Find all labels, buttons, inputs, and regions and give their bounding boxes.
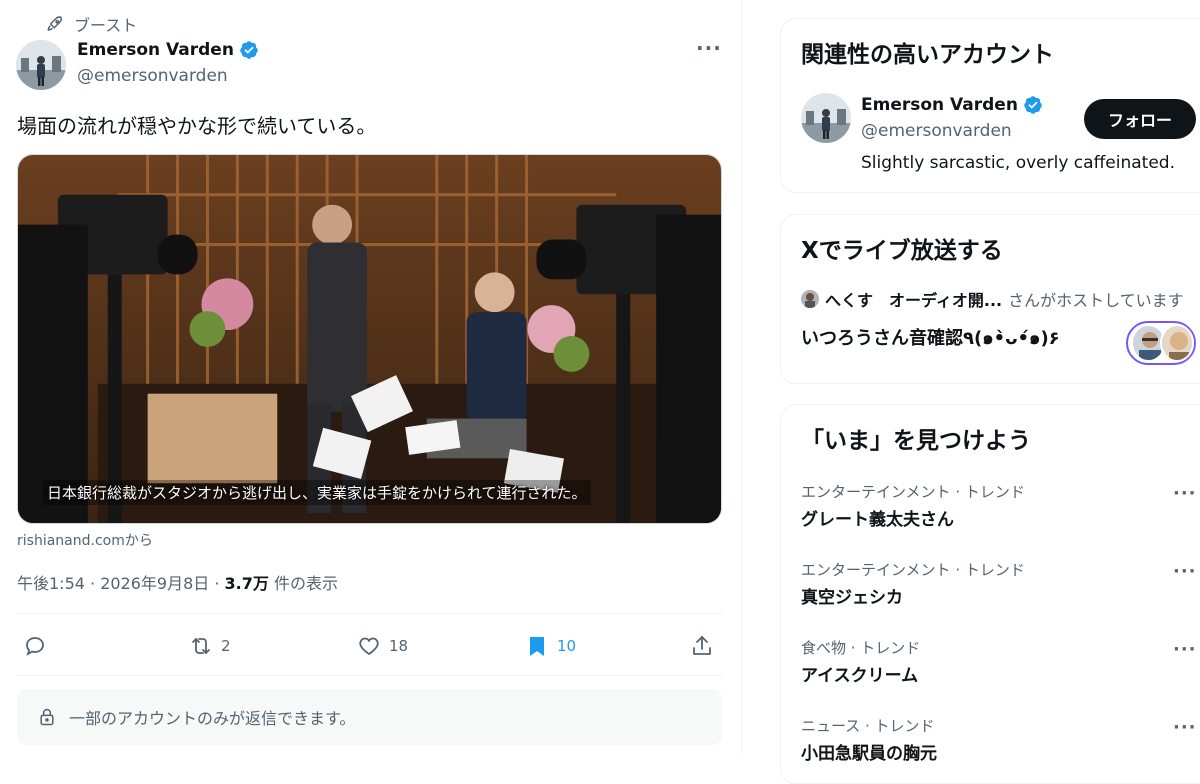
- action-bar: 2 18 10: [17, 628, 722, 664]
- live-participants[interactable]: [1126, 321, 1196, 365]
- bookmark-icon: [530, 637, 544, 656]
- tweet-text: 場面の流れが穏やかな形で続いている。: [17, 114, 377, 138]
- trend-more-button[interactable]: ···: [1173, 717, 1197, 738]
- live-title: Xでライブ放送する: [801, 238, 1003, 264]
- avatar-image: [801, 93, 851, 143]
- related-bio: Slightly sarcastic, overly caffeinated.: [861, 153, 1175, 173]
- more-icon: ···: [696, 36, 722, 60]
- tweet-column: ブースト Emerson Varden @emersonvarden ··· 場…: [0, 0, 742, 754]
- related-accounts-card: 関連性の高いアカウント Emerson Varden @emersonvarde…: [780, 18, 1200, 193]
- related-handle[interactable]: @emersonvarden: [861, 121, 1012, 141]
- verified-badge-icon: [240, 41, 258, 59]
- author-name: Emerson Varden: [77, 40, 234, 60]
- divider: [17, 675, 722, 676]
- repost-count: 2: [221, 637, 231, 655]
- trend-item[interactable]: エンターテインメント · トレンド 真空ジェシカ: [801, 559, 1025, 608]
- boost-indicator[interactable]: ブースト: [46, 12, 137, 36]
- more-options-button[interactable]: ···: [696, 36, 722, 60]
- tweet-timestamp[interactable]: 午後1:54 · 2026年9月8日 ·: [17, 574, 225, 593]
- bookmark-button[interactable]: 10: [525, 628, 576, 664]
- author-handle[interactable]: @emersonvarden: [77, 66, 228, 86]
- follow-button[interactable]: フォロー: [1084, 99, 1196, 139]
- rocket-icon: [47, 16, 62, 31]
- trend-category: エンターテインメント · トレンド: [801, 483, 1025, 501]
- tweet-media[interactable]: 日本銀行総裁がスタジオから逃げ出し、実業家は手錠をかけられて連行された。: [17, 154, 722, 524]
- host-suffix: さんがホストしています: [1008, 291, 1184, 310]
- reply-button[interactable]: [23, 628, 55, 664]
- trend-item[interactable]: 食べ物 · トレンド アイスクリーム: [801, 637, 920, 686]
- trend-name: アイスクリーム: [801, 666, 919, 686]
- avatar-image: [16, 40, 66, 90]
- author-avatar[interactable]: [16, 40, 66, 90]
- studio-photo: [18, 155, 721, 523]
- trends-title: 「いま」を見つけよう: [801, 428, 1031, 454]
- like-button[interactable]: 18: [357, 628, 408, 664]
- live-host-row[interactable]: へくす オーディオ開... さんがホストしています: [801, 287, 1184, 311]
- share-icon: [693, 636, 711, 655]
- verified-badge-icon: [1024, 96, 1042, 114]
- media-caption: 日本銀行総裁がスタジオから逃げ出し、実業家は手錠をかけられて連行された。: [43, 480, 591, 505]
- view-label: 件の表示: [268, 574, 338, 593]
- view-count: 3.7万: [224, 574, 269, 593]
- repost-button[interactable]: 2: [189, 628, 231, 664]
- trend-item[interactable]: エンターテインメント · トレンド グレート義太夫さん: [801, 481, 1025, 530]
- share-button[interactable]: [690, 628, 714, 664]
- host-avatar: [801, 290, 819, 308]
- like-count: 18: [389, 637, 409, 655]
- trend-name: 小田急駅員の胸元: [801, 744, 937, 764]
- repost-icon: [192, 638, 210, 654]
- related-accounts-title: 関連性の高いアカウント: [801, 42, 1054, 68]
- related-name-row[interactable]: Emerson Varden: [861, 95, 1043, 115]
- author-name-row[interactable]: Emerson Varden: [77, 40, 259, 60]
- divider: [17, 613, 722, 614]
- host-name: へくす オーディオ開...: [825, 291, 1003, 310]
- space-title[interactable]: いつろうさん音確認٩(๑•̀ᴗ•́๑)۶: [801, 323, 1060, 352]
- heart-icon: [359, 637, 379, 656]
- reply-icon: [26, 637, 44, 656]
- trend-name: 真空ジェシカ: [801, 588, 903, 608]
- bookmark-count: 10: [557, 637, 577, 655]
- trends-card: 「いま」を見つけよう エンターテインメント · トレンド グレート義太夫さん ·…: [780, 404, 1200, 784]
- boost-label: ブースト: [74, 16, 138, 35]
- participant-avatar: [1159, 324, 1194, 362]
- lock-icon: [40, 708, 54, 726]
- trend-item[interactable]: ニュース · トレンド 小田急駅員の胸元: [801, 715, 937, 764]
- related-name: Emerson Varden: [861, 95, 1018, 115]
- trend-name: グレート義太夫さん: [801, 510, 954, 530]
- trend-category: ニュース · トレンド: [801, 717, 935, 735]
- trend-category: 食べ物 · トレンド: [801, 639, 921, 657]
- reply-restriction-text: 一部のアカウントのみが返信できます。: [69, 709, 356, 728]
- related-avatar[interactable]: [801, 93, 851, 143]
- link-source[interactable]: rishianand.comから: [17, 530, 153, 550]
- trend-more-button[interactable]: ···: [1173, 483, 1197, 504]
- reply-restriction-notice: 一部のアカウントのみが返信できます。: [17, 689, 722, 745]
- live-card: Xでライブ放送する へくす オーディオ開... さんがホストしています いつろう…: [780, 214, 1200, 384]
- trend-category: エンターテインメント · トレンド: [801, 561, 1025, 579]
- tweet-meta: 午後1:54 · 2026年9月8日 · 3.7万 件の表示: [17, 570, 338, 594]
- trend-more-button[interactable]: ···: [1173, 639, 1197, 660]
- trend-more-button[interactable]: ···: [1173, 561, 1197, 582]
